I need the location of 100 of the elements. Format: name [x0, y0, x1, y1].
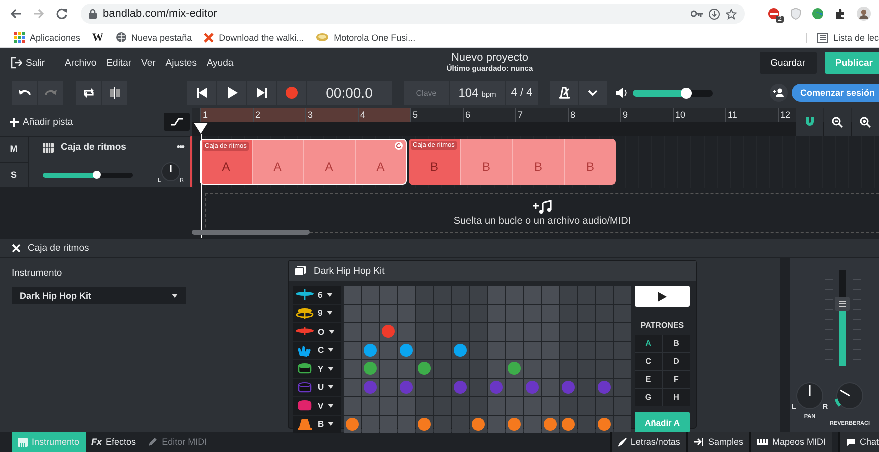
instrument-selector[interactable]: U — [293, 378, 341, 396]
pattern-cell: A — [252, 140, 303, 184]
star-icon — [726, 8, 737, 20]
instrument-selector[interactable]: B — [293, 416, 341, 433]
skip-back-button[interactable] — [187, 81, 216, 105]
automation-button[interactable] — [164, 113, 190, 131]
time-signature: 4 / 4 — [506, 81, 538, 105]
bookmark-link[interactable]: W — [92, 32, 104, 44]
panel-tab[interactable]: Fx Efectos — [86, 432, 142, 452]
drum-machine-title: Dark Hip Hop Kit — [314, 266, 385, 276]
side-panel-tab[interactable]: Samples — [686, 432, 750, 452]
more-button[interactable]: ••• — [177, 142, 184, 153]
undo-button[interactable] — [12, 81, 37, 105]
drum-machine-icon — [295, 266, 306, 276]
panel-title: Caja de ritmos — [28, 242, 90, 254]
extension-icon — [768, 8, 780, 20]
skip-forward-button[interactable] — [247, 81, 276, 105]
pattern-button[interactable]: F — [663, 371, 690, 388]
add-person-icon — [770, 84, 788, 102]
bar-number: 4 — [358, 108, 410, 122]
bookmark-link[interactable]: Aplicaciones — [14, 32, 81, 43]
keyboard-icon — [18, 438, 28, 446]
list-icon — [817, 32, 828, 42]
zoom-out-button[interactable] — [824, 108, 851, 136]
bookmark-link[interactable]: Motorola One Fusi... — [316, 32, 416, 42]
side-panel-tab[interactable]: Chat — [838, 432, 879, 452]
play-button[interactable] — [635, 286, 690, 307]
globe-icon — [116, 32, 127, 43]
caret-icon — [326, 311, 333, 316]
caret-icon — [328, 348, 334, 352]
instrument-key: O — [318, 326, 325, 337]
pattern-button[interactable]: E — [635, 371, 662, 388]
menu-item[interactable]: Archivo — [65, 58, 97, 68]
oval-logo-icon — [316, 33, 330, 42]
menu-item[interactable]: Ajustes — [166, 58, 197, 68]
menu-item[interactable]: Ver — [142, 58, 156, 68]
instrument-selector[interactable]: 6 — [293, 286, 341, 304]
close-icon — [12, 244, 21, 252]
caret-icon — [326, 292, 333, 297]
side-panel-tab[interactable]: Mapeos MIDI — [749, 432, 832, 452]
solo-button[interactable]: S — [0, 162, 28, 187]
volume-fader[interactable] — [824, 270, 860, 366]
automation-icon — [171, 118, 183, 126]
reading-list-link[interactable]: Lista de lec — [806, 32, 879, 42]
menu-item[interactable]: Editar — [106, 58, 132, 68]
time-display: 00:00.0 — [307, 81, 392, 105]
dropdown-button[interactable] — [579, 81, 607, 105]
pan-knob[interactable] — [159, 160, 183, 184]
instrument-key: C — [318, 345, 324, 356]
side-panel-tab[interactable]: Letras/notas — [610, 432, 686, 452]
zoom-in-button[interactable] — [852, 108, 879, 136]
drum-crash-icon — [296, 306, 314, 320]
caret-icon — [328, 404, 334, 408]
pattern-button[interactable]: C — [635, 353, 662, 370]
exit-button[interactable]: Salir — [10, 56, 46, 70]
drop-hint: Suelta un bucle o un archivo audio/MIDI — [454, 216, 632, 226]
volume-slider[interactable] — [633, 90, 713, 96]
add-track-button[interactable]: Añadir pista — [10, 116, 74, 128]
pattern-button[interactable]: B — [663, 335, 690, 352]
menu-item[interactable]: Ayuda — [206, 58, 234, 68]
mute-button[interactable]: M — [0, 137, 28, 162]
pattern-button[interactable]: H — [663, 389, 690, 406]
pan-knob[interactable] — [794, 380, 826, 412]
split-button[interactable] — [102, 81, 127, 105]
save-button[interactable]: Guardar — [760, 52, 816, 74]
instrument-selector[interactable]: O — [293, 323, 341, 340]
instrument-selector[interactable]: 9 — [293, 304, 341, 322]
download-icon — [709, 8, 720, 20]
magnet-icon — [804, 117, 814, 127]
pattern-button[interactable]: G — [635, 389, 662, 406]
bookmark-link[interactable]: Nueva pestaña — [116, 32, 192, 43]
add-music-icon — [532, 200, 552, 214]
pattern-button[interactable]: A — [635, 335, 662, 352]
pattern-cell: A — [303, 140, 354, 184]
plus-icon — [10, 118, 19, 126]
snap-button[interactable] — [796, 108, 823, 136]
drum-clap-icon — [296, 344, 314, 357]
kit-dropdown[interactable]: Dark Hip Hop Kit — [12, 287, 186, 304]
reverb-knob[interactable] — [834, 380, 866, 412]
effects-glyph: Fx — [92, 437, 102, 447]
bar-number: 2 — [252, 108, 305, 122]
globe-icon — [812, 8, 824, 20]
instrument-selector[interactable]: C — [293, 342, 341, 359]
address-bar[interactable]: bandlab.com/mix-editor — [81, 4, 745, 24]
drum-hat-icon — [296, 288, 314, 302]
zoom-out-icon — [832, 116, 843, 128]
volume-icon — [615, 86, 627, 100]
instrument-selector[interactable]: Y — [293, 360, 341, 378]
bookmark-link[interactable]: Download the walki... — [204, 32, 304, 42]
track-volume-slider[interactable] — [43, 172, 133, 178]
pencil-icon — [148, 438, 158, 446]
metronome-button[interactable] — [550, 81, 578, 105]
pattern-button[interactable]: D — [663, 353, 690, 370]
instrument-selector[interactable]: V — [293, 397, 341, 414]
chat-icon — [846, 438, 856, 446]
scrollbar-thumb[interactable] — [192, 230, 310, 235]
instrument-key: B — [318, 419, 324, 430]
drum-kick-icon — [296, 380, 314, 394]
play-button[interactable] — [217, 81, 246, 105]
loop-button[interactable] — [76, 81, 101, 105]
